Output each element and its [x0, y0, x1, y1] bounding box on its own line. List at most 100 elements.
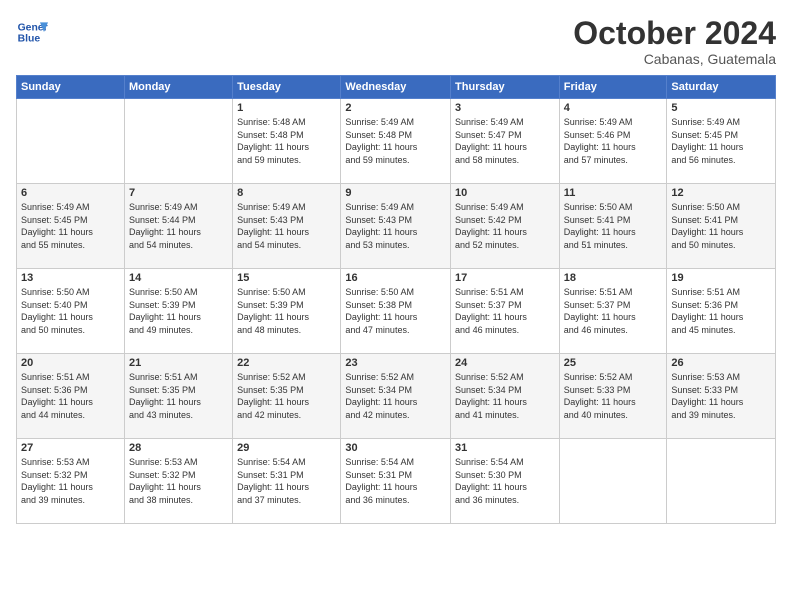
day-header-monday: Monday: [124, 76, 232, 99]
calendar-cell: 15 Sunrise: 5:50 AM Sunset: 5:39 PM Dayli…: [233, 269, 341, 354]
day-number: 11: [564, 187, 663, 199]
day-number: 17: [455, 272, 555, 284]
logo: General Blue: [16, 16, 48, 48]
day-header-thursday: Thursday: [451, 76, 560, 99]
day-number: 24: [455, 357, 555, 369]
day-header-sunday: Sunday: [17, 76, 125, 99]
cell-content: Sunrise: 5:51 AM Sunset: 5:36 PM Dayligh…: [21, 371, 120, 421]
cell-content: Sunrise: 5:49 AM Sunset: 5:42 PM Dayligh…: [455, 201, 555, 251]
cell-content: Sunrise: 5:50 AM Sunset: 5:39 PM Dayligh…: [237, 286, 336, 336]
cell-content: Sunrise: 5:49 AM Sunset: 5:48 PM Dayligh…: [345, 116, 446, 166]
cell-content: Sunrise: 5:49 AM Sunset: 5:46 PM Dayligh…: [564, 116, 663, 166]
week-row-4: 20Sunrise: 5:51 AM Sunset: 5:36 PM Dayli…: [17, 354, 776, 439]
cell-content: Sunrise: 5:53 AM Sunset: 5:33 PM Dayligh…: [671, 371, 771, 421]
cell-content: Sunrise: 5:54 AM Sunset: 5:31 PM Dayligh…: [237, 456, 336, 506]
day-number: 5: [671, 102, 771, 114]
day-number: 29: [237, 442, 336, 454]
calendar-cell: 11 Sunrise: 5:50 AM Sunset: 5:41 PM Dayli…: [559, 184, 667, 269]
day-number: 8: [237, 187, 336, 199]
day-number: 1: [237, 102, 336, 114]
cell-content: Sunrise: 5:52 AM Sunset: 5:34 PM Dayligh…: [345, 371, 446, 421]
calendar-cell: 30 Sunrise: 5:54 AM Sunset: 5:31 PM Dayli…: [341, 439, 451, 524]
cell-content: Sunrise: 5:49 AM Sunset: 5:45 PM Dayligh…: [671, 116, 771, 166]
cell-content: Sunrise: 5:50 AM Sunset: 5:38 PM Dayligh…: [345, 286, 446, 336]
cell-content: Sunrise: 5:48 AM Sunset: 5:48 PM Dayligh…: [237, 116, 336, 166]
calendar-cell: 16 Sunrise: 5:50 AM Sunset: 5:38 PM Dayli…: [341, 269, 451, 354]
cell-content: Sunrise: 5:52 AM Sunset: 5:35 PM Dayligh…: [237, 371, 336, 421]
day-number: 15: [237, 272, 336, 284]
day-number: 10: [455, 187, 555, 199]
calendar-cell: [667, 439, 776, 524]
month-title: October 2024: [573, 16, 776, 51]
week-row-5: 27Sunrise: 5:53 AM Sunset: 5:32 PM Dayli…: [17, 439, 776, 524]
calendar-table: SundayMondayTuesdayWednesdayThursdayFrid…: [16, 75, 776, 524]
week-row-2: 6 Sunrise: 5:49 AM Sunset: 5:45 PM Daylig…: [17, 184, 776, 269]
calendar-cell: 6 Sunrise: 5:49 AM Sunset: 5:45 PM Daylig…: [17, 184, 125, 269]
day-number: 23: [345, 357, 446, 369]
cell-content: Sunrise: 5:54 AM Sunset: 5:31 PM Dayligh…: [345, 456, 446, 506]
cell-content: Sunrise: 5:49 AM Sunset: 5:43 PM Dayligh…: [237, 201, 336, 251]
cell-content: Sunrise: 5:50 AM Sunset: 5:41 PM Dayligh…: [564, 201, 663, 251]
calendar-cell: 27Sunrise: 5:53 AM Sunset: 5:32 PM Dayli…: [17, 439, 125, 524]
cell-content: Sunrise: 5:50 AM Sunset: 5:41 PM Dayligh…: [671, 201, 771, 251]
calendar-cell: 8 Sunrise: 5:49 AM Sunset: 5:43 PM Daylig…: [233, 184, 341, 269]
calendar-header-row: SundayMondayTuesdayWednesdayThursdayFrid…: [17, 76, 776, 99]
day-number: 25: [564, 357, 663, 369]
cell-content: Sunrise: 5:51 AM Sunset: 5:36 PM Dayligh…: [671, 286, 771, 336]
calendar-cell: 19 Sunrise: 5:51 AM Sunset: 5:36 PM Dayli…: [667, 269, 776, 354]
day-header-saturday: Saturday: [667, 76, 776, 99]
day-number: 6: [21, 187, 120, 199]
cell-content: Sunrise: 5:50 AM Sunset: 5:39 PM Dayligh…: [129, 286, 228, 336]
calendar-cell: 2Sunrise: 5:49 AM Sunset: 5:48 PM Daylig…: [341, 99, 451, 184]
day-number: 21: [129, 357, 228, 369]
cell-content: Sunrise: 5:50 AM Sunset: 5:40 PM Dayligh…: [21, 286, 120, 336]
day-number: 13: [21, 272, 120, 284]
cell-content: Sunrise: 5:49 AM Sunset: 5:44 PM Dayligh…: [129, 201, 228, 251]
calendar-cell: 14Sunrise: 5:50 AM Sunset: 5:39 PM Dayli…: [124, 269, 232, 354]
calendar-cell: 18 Sunrise: 5:51 AM Sunset: 5:37 PM Dayli…: [559, 269, 667, 354]
day-header-tuesday: Tuesday: [233, 76, 341, 99]
svg-text:Blue: Blue: [18, 34, 41, 45]
cell-content: Sunrise: 5:51 AM Sunset: 5:37 PM Dayligh…: [564, 286, 663, 336]
calendar-cell: 23 Sunrise: 5:52 AM Sunset: 5:34 PM Dayli…: [341, 354, 451, 439]
header: General Blue October 2024 Cabanas, Guate…: [16, 16, 776, 67]
cell-content: Sunrise: 5:49 AM Sunset: 5:47 PM Dayligh…: [455, 116, 555, 166]
day-number: 12: [671, 187, 771, 199]
cell-content: Sunrise: 5:49 AM Sunset: 5:45 PM Dayligh…: [21, 201, 120, 251]
day-number: 31: [455, 442, 555, 454]
day-number: 28: [129, 442, 228, 454]
location: Cabanas, Guatemala: [573, 51, 776, 67]
week-row-1: 1 Sunrise: 5:48 AM Sunset: 5:48 PM Daylig…: [17, 99, 776, 184]
day-number: 27: [21, 442, 120, 454]
day-header-wednesday: Wednesday: [341, 76, 451, 99]
day-number: 18: [564, 272, 663, 284]
calendar-cell: 20Sunrise: 5:51 AM Sunset: 5:36 PM Dayli…: [17, 354, 125, 439]
day-header-friday: Friday: [559, 76, 667, 99]
calendar-cell: 29 Sunrise: 5:54 AM Sunset: 5:31 PM Dayli…: [233, 439, 341, 524]
cell-content: Sunrise: 5:49 AM Sunset: 5:43 PM Dayligh…: [345, 201, 446, 251]
day-number: 7: [129, 187, 228, 199]
calendar-cell: 10 Sunrise: 5:49 AM Sunset: 5:42 PM Dayli…: [451, 184, 560, 269]
calendar-cell: 25Sunrise: 5:52 AM Sunset: 5:33 PM Dayli…: [559, 354, 667, 439]
calendar-cell: 31 Sunrise: 5:54 AM Sunset: 5:30 PM Dayli…: [451, 439, 560, 524]
calendar-cell: 7 Sunrise: 5:49 AM Sunset: 5:44 PM Daylig…: [124, 184, 232, 269]
day-number: 19: [671, 272, 771, 284]
logo-icon: General Blue: [16, 16, 48, 48]
calendar-cell: 13 Sunrise: 5:50 AM Sunset: 5:40 PM Dayli…: [17, 269, 125, 354]
day-number: 4: [564, 102, 663, 114]
calendar-cell: 24Sunrise: 5:52 AM Sunset: 5:34 PM Dayli…: [451, 354, 560, 439]
day-number: 16: [345, 272, 446, 284]
cell-content: Sunrise: 5:54 AM Sunset: 5:30 PM Dayligh…: [455, 456, 555, 506]
calendar-cell: 21Sunrise: 5:51 AM Sunset: 5:35 PM Dayli…: [124, 354, 232, 439]
calendar-cell: 12 Sunrise: 5:50 AM Sunset: 5:41 PM Dayli…: [667, 184, 776, 269]
day-number: 22: [237, 357, 336, 369]
calendar-cell: 1 Sunrise: 5:48 AM Sunset: 5:48 PM Daylig…: [233, 99, 341, 184]
day-number: 26: [671, 357, 771, 369]
calendar-cell: 3Sunrise: 5:49 AM Sunset: 5:47 PM Daylig…: [451, 99, 560, 184]
calendar-cell: 28Sunrise: 5:53 AM Sunset: 5:32 PM Dayli…: [124, 439, 232, 524]
day-number: 30: [345, 442, 446, 454]
calendar-cell: 26 Sunrise: 5:53 AM Sunset: 5:33 PM Dayli…: [667, 354, 776, 439]
calendar-cell: [17, 99, 125, 184]
calendar-cell: 9Sunrise: 5:49 AM Sunset: 5:43 PM Daylig…: [341, 184, 451, 269]
calendar-page: General Blue October 2024 Cabanas, Guate…: [0, 0, 792, 612]
